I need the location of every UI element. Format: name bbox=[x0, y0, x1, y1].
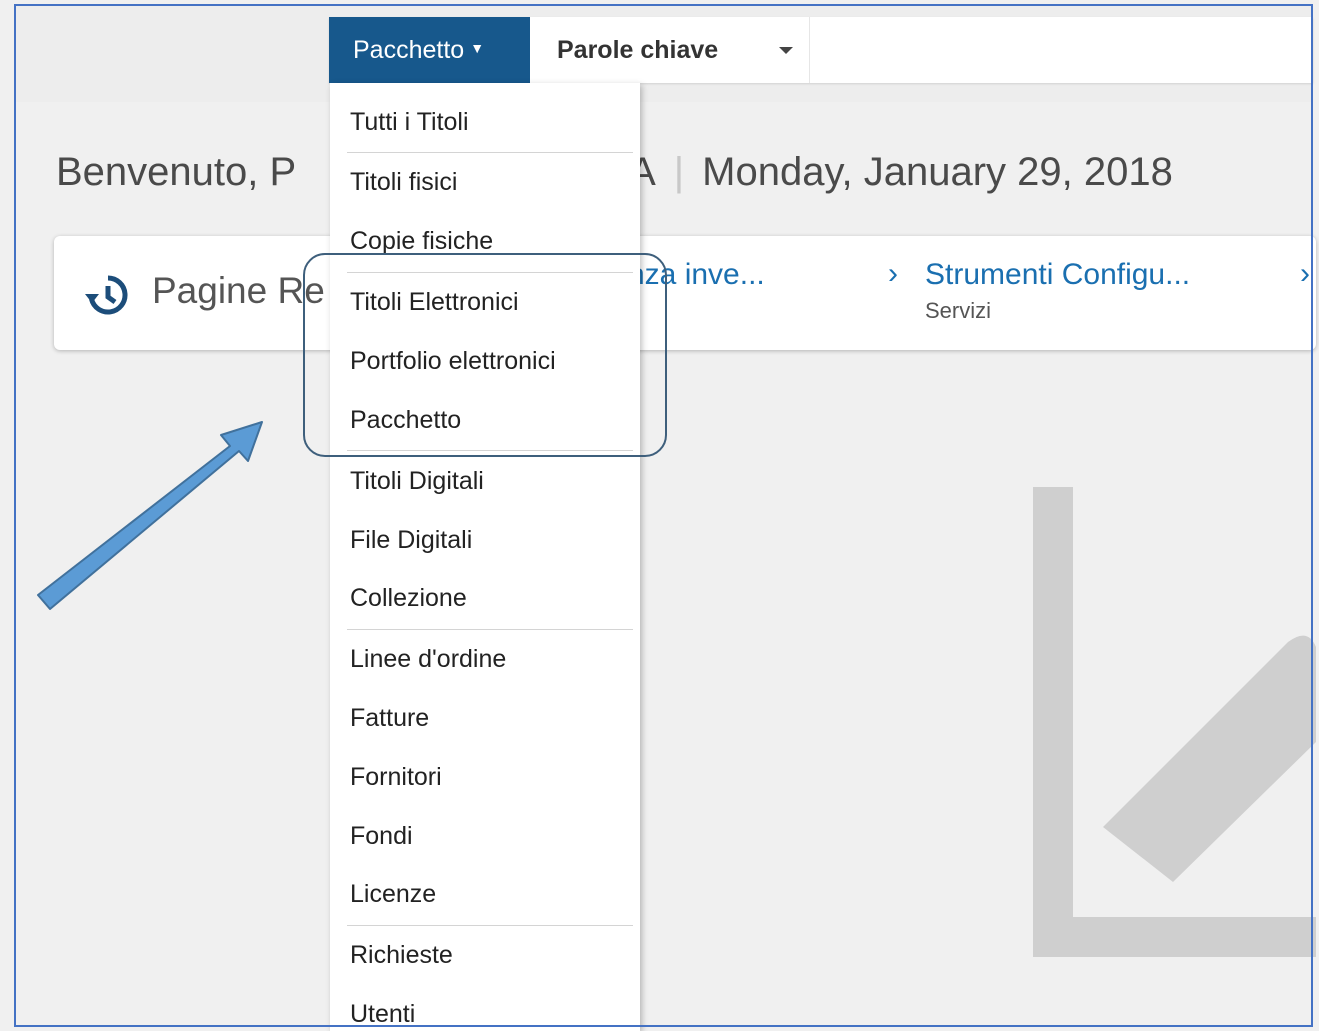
menu-item-file-digitali[interactable]: File Digitali bbox=[350, 526, 472, 555]
menu-divider bbox=[347, 925, 633, 926]
menu-item-fornitori[interactable]: Fornitori bbox=[350, 763, 442, 792]
welcome-date: Monday, January 29, 2018 bbox=[702, 150, 1173, 194]
recent-page-title: Strumenti Configu... bbox=[925, 258, 1191, 291]
menu-item-titoli-fisici[interactable]: Titoli fisici bbox=[350, 168, 457, 197]
menu-item-licenze[interactable]: Licenze bbox=[350, 880, 436, 909]
menu-item-richieste[interactable]: Richieste bbox=[350, 941, 453, 970]
chart-placeholder-icon bbox=[1033, 487, 1316, 957]
search-scope-menu: Tutti i Titoli Titoli fisici Copie fisic… bbox=[330, 83, 640, 1031]
annotation-arrow-icon bbox=[37, 421, 263, 610]
divider: | bbox=[673, 150, 685, 194]
chevron-down-icon bbox=[779, 47, 793, 54]
annotation-highlight-box bbox=[303, 253, 667, 457]
menu-divider bbox=[347, 629, 633, 630]
chevron-right-icon: › bbox=[1300, 257, 1310, 290]
menu-item-linee-ordine[interactable]: Linee d'ordine bbox=[350, 645, 506, 674]
search-scope-dropdown[interactable]: Pacchetto ▼ bbox=[329, 17, 530, 83]
menu-item-fatture[interactable]: Fatture bbox=[350, 704, 429, 733]
menu-item-copie-fisiche[interactable]: Copie fisiche bbox=[350, 227, 493, 256]
search-scope-label: Pacchetto bbox=[353, 35, 465, 64]
search-field-label: Parole chiave bbox=[557, 35, 719, 64]
chevron-right-icon: › bbox=[888, 257, 898, 290]
recent-page-subtitle: Servizi bbox=[925, 298, 992, 323]
menu-item-collezione[interactable]: Collezione bbox=[350, 584, 467, 613]
caret-down-icon: ▼ bbox=[470, 40, 485, 56]
menu-item-titoli-digitali[interactable]: Titoli Digitali bbox=[350, 467, 484, 496]
menu-item-fondi[interactable]: Fondi bbox=[350, 822, 413, 851]
menu-divider bbox=[347, 152, 633, 153]
search-field-dropdown[interactable]: Parole chiave bbox=[530, 17, 810, 83]
recent-page-link[interactable]: Strumenti Configu... Servizi bbox=[925, 258, 1190, 324]
welcome-greeting: Benvenuto, P bbox=[56, 150, 297, 194]
menu-item-utenti[interactable]: Utenti bbox=[350, 1000, 415, 1029]
history-icon bbox=[85, 275, 128, 315]
search-bar: Pacchetto ▼ Parole chiave bbox=[329, 17, 1313, 83]
menu-item-tutti-titoli[interactable]: Tutti i Titoli bbox=[350, 108, 469, 137]
recent-pages-title: Pagine Re bbox=[152, 270, 325, 311]
